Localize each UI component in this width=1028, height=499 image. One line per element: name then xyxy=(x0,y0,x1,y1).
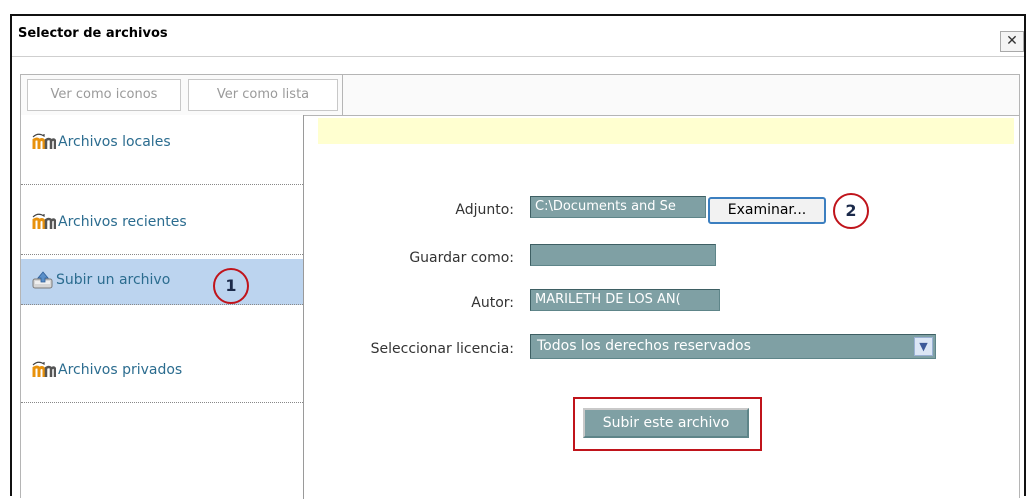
chevron-down-icon[interactable]: ▼ xyxy=(914,337,933,356)
sidebar-item-subir-un-archivo[interactable]: Subir un archivo xyxy=(21,259,303,305)
sidebar-item-archivos-privados[interactable]: Archivos privados xyxy=(21,333,303,403)
moodle-icon xyxy=(32,132,57,154)
license-select[interactable]: Todos los derechos reservados ▼ xyxy=(530,334,936,359)
repository-sidebar: Archivos locales Archivos recientes Subi… xyxy=(21,115,304,499)
dialog-title: Selector de archivos xyxy=(18,26,168,41)
license-selected-value: Todos los derechos reservados xyxy=(537,338,751,354)
dialog-titlebar: Selector de archivos ✕ xyxy=(12,16,1024,57)
sidebar-item-label: Subir un archivo xyxy=(56,272,171,288)
toolbar-divider xyxy=(342,75,343,115)
guardar-como-label: Guardar como: xyxy=(409,250,514,266)
autor-label: Autor: xyxy=(471,295,514,311)
moodle-icon xyxy=(32,360,57,382)
view-as-list-button[interactable]: Ver como lista xyxy=(188,79,338,111)
adjunto-label: Adjunto: xyxy=(455,202,514,218)
upload-file-button[interactable]: Subir este archivo xyxy=(583,408,749,438)
file-picker-dialog: Selector de archivos ✕ Ver como iconos V… xyxy=(10,14,1026,499)
sidebar-item-archivos-locales[interactable]: Archivos locales xyxy=(21,115,303,185)
moodle-icon xyxy=(32,212,57,234)
browse-button[interactable]: Examinar... xyxy=(708,197,826,224)
annotation-marker-2: 2 xyxy=(833,193,869,229)
view-toolbar: Ver como iconos Ver como lista xyxy=(21,75,1019,116)
sidebar-item-label: Archivos locales xyxy=(58,134,171,150)
upload-icon xyxy=(32,271,54,293)
annotation-marker-1: 1 xyxy=(213,268,249,304)
license-label: Seleccionar licencia: xyxy=(370,341,514,357)
close-icon[interactable]: ✕ xyxy=(1000,31,1024,52)
notice-bar xyxy=(318,118,1014,144)
sidebar-item-label: Archivos recientes xyxy=(58,214,187,230)
author-field[interactable]: MARILETH DE LOS AN( xyxy=(530,289,720,311)
view-as-icons-button[interactable]: Ver como iconos xyxy=(27,79,181,111)
file-path-field[interactable]: C:\Documents and Se xyxy=(530,196,706,218)
sidebar-item-label: Archivos privados xyxy=(58,362,183,378)
sidebar-item-archivos-recientes[interactable]: Archivos recientes xyxy=(21,185,303,255)
save-as-field[interactable] xyxy=(530,244,716,266)
